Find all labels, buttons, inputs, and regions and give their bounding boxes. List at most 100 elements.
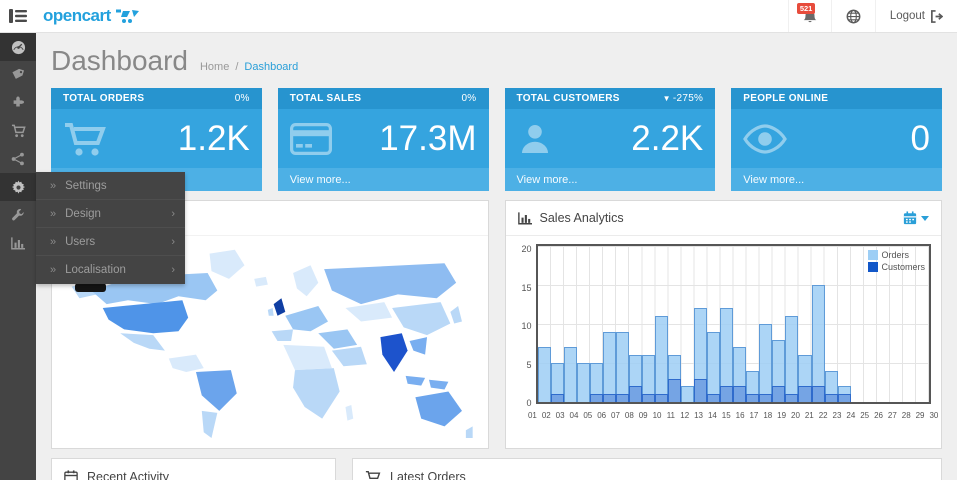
- x-tick-label: 05: [581, 411, 595, 420]
- chart-bar-customers: [733, 386, 746, 402]
- chart-bar-customers: [720, 386, 733, 402]
- x-tick-label: 22: [816, 411, 830, 420]
- double-chevron-icon: »: [50, 236, 56, 248]
- menu-item-localisation[interactable]: » Localisation ›: [36, 256, 185, 284]
- country-mideast-shape[interactable]: [318, 329, 357, 348]
- x-tick-label: 04: [567, 411, 581, 420]
- tile-percent: 0%: [235, 93, 250, 104]
- chart-bar-orders: [681, 386, 694, 402]
- y-tick-label: 10: [521, 321, 531, 331]
- sidebar-nav: [0, 33, 36, 480]
- chart-bar-customers: [551, 394, 564, 402]
- x-tick-label: 23: [830, 411, 844, 420]
- shopping-cart-icon: [365, 470, 381, 480]
- calendar-icon: [64, 470, 78, 480]
- chart-y-axis-labels: 20151050: [516, 244, 536, 408]
- country-colombia-shape[interactable]: [169, 355, 204, 372]
- tile-label: TOTAL CUSTOMERS: [517, 93, 620, 104]
- sidebar-item-extensions[interactable]: [0, 89, 36, 117]
- country-india-shape[interactable]: [380, 333, 407, 372]
- sidebar-item-dashboard[interactable]: [0, 33, 36, 61]
- country-saudi-shape[interactable]: [332, 347, 367, 366]
- chart-legend: Orders Customers: [868, 250, 925, 272]
- tile-header: TOTAL CUSTOMERS ▼ -275%: [505, 88, 716, 109]
- country-russia-shape[interactable]: [324, 263, 456, 304]
- shopping-cart-icon: [63, 121, 107, 157]
- tile-header: TOTAL SALES 0%: [278, 88, 489, 109]
- country-indonesia-east-shape[interactable]: [429, 380, 448, 390]
- menu-item-users[interactable]: » Users ›: [36, 228, 185, 256]
- latest-orders-title: Latest Orders: [390, 470, 466, 480]
- country-ireland-shape[interactable]: [268, 308, 274, 316]
- sales-chart: 20151050 Orders Customers: [506, 236, 942, 408]
- menu-item-label: Settings: [65, 180, 107, 192]
- country-spain-shape[interactable]: [272, 329, 293, 341]
- chart-bar-customers: [694, 379, 707, 402]
- chart-bar-orders: [603, 332, 616, 402]
- country-china-shape[interactable]: [392, 302, 450, 335]
- x-tick-label: 30: [927, 411, 941, 420]
- breadcrumb-home[interactable]: Home: [200, 61, 229, 73]
- person-icon: [517, 121, 553, 157]
- country-usa-shape[interactable]: [103, 300, 188, 333]
- chart-bar-customers: [798, 386, 811, 402]
- country-europe-shape[interactable]: [285, 306, 328, 331]
- credit-card-icon: [290, 123, 332, 155]
- opencart-logo[interactable]: opencart: [36, 0, 141, 32]
- country-newzealand-shape[interactable]: [466, 426, 473, 438]
- x-tick-label: 19: [775, 411, 789, 420]
- country-indonesia-shape[interactable]: [406, 376, 425, 386]
- menu-item-settings[interactable]: » Settings: [36, 172, 185, 200]
- system-flyout-menu: » Settings » Design › » Users › » Locali…: [36, 172, 185, 284]
- country-iceland-shape[interactable]: [254, 277, 268, 287]
- menu-item-design[interactable]: » Design ›: [36, 200, 185, 228]
- sales-analytics-panel: Sales Analytics: [505, 200, 943, 449]
- country-australia-shape[interactable]: [415, 391, 462, 426]
- tile-header: TOTAL ORDERS 0%: [51, 88, 262, 109]
- sales-chart-plot: Orders Customers: [536, 244, 932, 404]
- view-more-link[interactable]: View more...: [505, 168, 716, 191]
- country-brazil-shape[interactable]: [196, 370, 237, 411]
- breadcrumb-current[interactable]: Dashboard: [244, 61, 298, 73]
- chart-x-axis-labels: 0102030405060708091011121314151617181920…: [526, 411, 942, 420]
- country-madagascar-shape[interactable]: [345, 405, 353, 421]
- view-more-link[interactable]: View more...: [278, 168, 489, 191]
- notifications-button[interactable]: 521: [788, 0, 831, 32]
- sidebar-item-marketing[interactable]: [0, 145, 36, 173]
- tools-wrench-icon: [11, 208, 25, 222]
- sidebar-item-tools[interactable]: [0, 201, 36, 229]
- country-seasia-shape[interactable]: [410, 337, 427, 354]
- x-tick-label: 18: [761, 411, 775, 420]
- logout-button[interactable]: Logout: [875, 0, 957, 32]
- double-chevron-icon: »: [50, 180, 56, 192]
- chart-bar-customers: [629, 386, 642, 402]
- country-japan-shape[interactable]: [450, 306, 462, 323]
- sidebar-item-reports[interactable]: [0, 229, 36, 257]
- view-more-link[interactable]: View more...: [731, 168, 942, 191]
- country-scandinavia-shape[interactable]: [293, 265, 318, 296]
- sidebar-item-system[interactable]: [0, 173, 36, 201]
- country-mexico-shape[interactable]: [120, 333, 165, 350]
- chevron-right-icon: ›: [171, 264, 175, 276]
- map-tooltip-fragment: [75, 283, 106, 292]
- country-argentina-shape[interactable]: [202, 411, 218, 438]
- country-greenland-shape[interactable]: [210, 250, 245, 279]
- y-tick-label: 20: [521, 244, 531, 254]
- menu-item-label: Users: [65, 236, 95, 248]
- tile-body: 1.2K: [51, 109, 262, 168]
- tile-body: 2.2K: [505, 109, 716, 168]
- menu-item-label: Localisation: [65, 264, 126, 276]
- country-centralasia-shape[interactable]: [345, 302, 392, 321]
- tile-label: PEOPLE ONLINE: [743, 93, 828, 104]
- store-front-button[interactable]: [831, 0, 875, 32]
- sidebar-item-catalog[interactable]: [0, 61, 36, 89]
- country-africa-shape[interactable]: [293, 368, 340, 418]
- country-northafrica-shape[interactable]: [283, 345, 332, 370]
- date-range-button[interactable]: [903, 211, 929, 225]
- tile-value: 17.3M: [332, 119, 477, 159]
- sidebar-toggle-button[interactable]: [0, 0, 36, 32]
- country-uk-shape[interactable]: [274, 298, 286, 315]
- sidebar-item-sales[interactable]: [0, 117, 36, 145]
- x-tick-label: 16: [733, 411, 747, 420]
- orders-swatch: [868, 250, 878, 260]
